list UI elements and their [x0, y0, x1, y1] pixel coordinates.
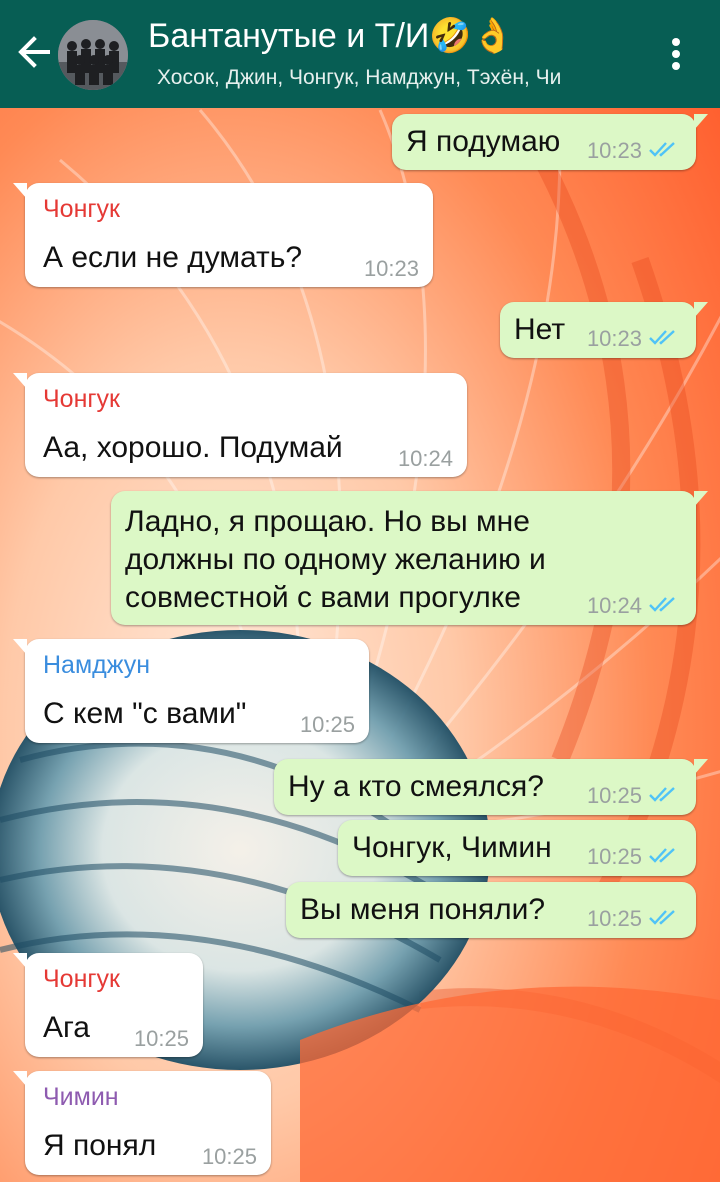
overflow-menu-icon[interactable] [664, 34, 688, 74]
message-text: С кем "с вами" [43, 697, 247, 730]
message-text-line: Ладно, я прощаю. Но вы мне [125, 505, 530, 538]
group-avatar[interactable] [58, 20, 128, 90]
read-ticks-icon [649, 787, 675, 802]
message-time: 10:25 [299, 712, 355, 737]
message-outgoing[interactable]: Ладно, я прощаю. Но вы мне должны по одн… [111, 491, 708, 625]
message-text: Нет [514, 313, 566, 346]
chat-header: Бантанутые и Т/И🤣👌 Хосок, Джин, Чонгук, … [0, 0, 720, 108]
message-text: Ага [43, 1011, 90, 1044]
sender-name: Чонгук [43, 385, 120, 413]
message-incoming[interactable]: Чонгук А если не думать? 10:23 [13, 183, 433, 287]
sender-name: Чонгук [43, 195, 120, 223]
message-time: 10:25 [133, 1026, 189, 1051]
message-time: 10:25 [586, 844, 642, 869]
read-ticks-icon [649, 848, 675, 863]
message-incoming[interactable]: Чимин Я понял 10:25 [13, 1071, 271, 1175]
chat-title[interactable]: Бантанутые и Т/И🤣👌 [148, 16, 514, 56]
message-text: А если не думать? [43, 241, 303, 274]
message-outgoing[interactable]: Чонгук, Чимин 10:25 [338, 820, 696, 876]
message-outgoing[interactable]: Ну а кто смеялся? 10:25 [274, 759, 708, 815]
message-text: Аа, хорошо. Подумай [43, 431, 343, 464]
message-time: 10:24 [586, 593, 642, 618]
message-outgoing[interactable]: Вы меня поняли? 10:25 [286, 882, 696, 938]
message-incoming[interactable]: Намджун С кем "с вами" 10:25 [13, 639, 369, 743]
message-text: Я понял [43, 1129, 157, 1162]
chat-members[interactable]: Хосок, Джин, Чонгук, Намджун, Тэхён, Чи [157, 66, 617, 90]
message-time: 10:23 [586, 326, 642, 351]
message-time: 10:25 [586, 783, 642, 808]
sender-name: Чонгук [43, 965, 120, 993]
message-incoming[interactable]: Чонгук Ага 10:25 [13, 953, 203, 1057]
message-outgoing[interactable]: Я подумаю 10:23 [392, 114, 708, 170]
read-ticks-icon [649, 142, 675, 157]
message-time: 10:25 [201, 1144, 257, 1169]
message-time: 10:23 [363, 256, 419, 281]
message-outgoing[interactable]: Нет 10:23 [500, 302, 708, 358]
sender-name: Намджун [43, 651, 151, 679]
message-time: 10:23 [586, 138, 642, 163]
read-ticks-icon [649, 910, 675, 925]
message-text: Вы меня поняли? [300, 893, 546, 926]
message-incoming[interactable]: Чонгук Аа, хорошо. Подумай 10:24 [13, 373, 467, 477]
sender-name: Чимин [43, 1083, 119, 1111]
message-text-line: должны по одному желанию и [125, 543, 546, 576]
message-text: Я подумаю [406, 125, 561, 158]
message-text: Ну а кто смеялся? [288, 770, 544, 803]
read-ticks-icon [649, 330, 675, 345]
message-time: 10:25 [586, 906, 642, 931]
message-text-line: совместной с вами прогулке [125, 581, 521, 614]
message-time: 10:24 [397, 446, 453, 471]
message-text: Чонгук, Чимин [352, 831, 552, 864]
read-ticks-icon [649, 597, 675, 612]
back-arrow-icon[interactable] [14, 28, 54, 76]
